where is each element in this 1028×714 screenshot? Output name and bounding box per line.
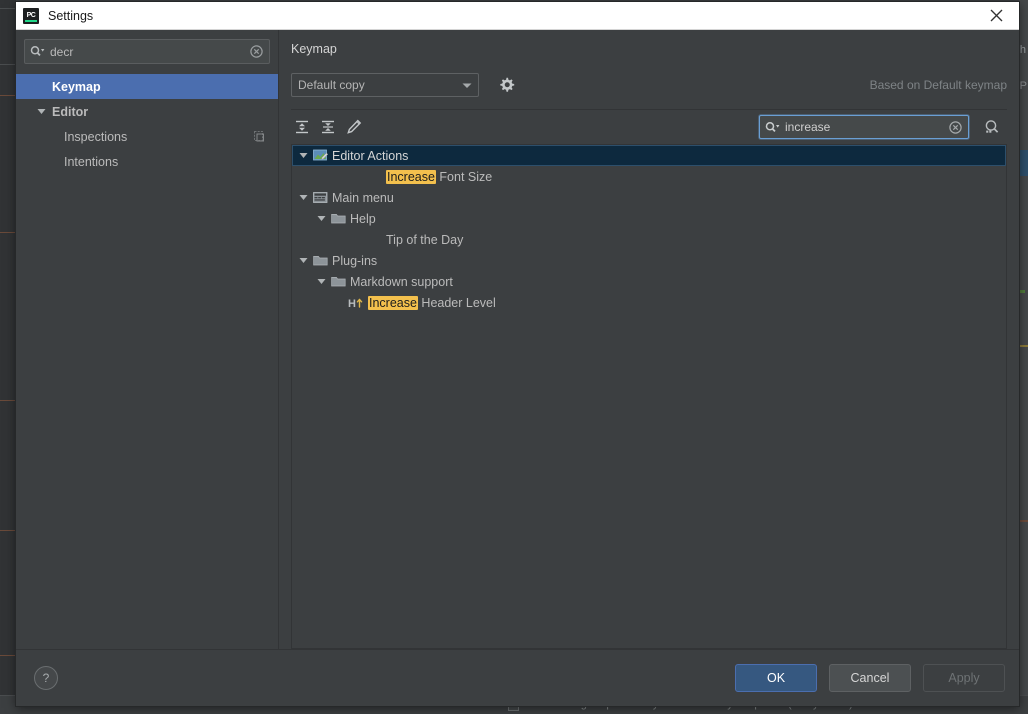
clear-icon[interactable] [949,120,962,134]
sidebar-item-keymap[interactable]: Keymap [16,74,278,99]
keymap-toolbar: increase [291,110,1007,144]
bg-accent [0,95,16,96]
page-title: Keymap [291,42,337,56]
help-button[interactable]: ? [34,666,58,690]
sidebar-item-label: Intentions [64,154,119,169]
action-search-input[interactable]: increase [759,115,969,139]
bg-marker [1019,345,1028,347]
bg-line [0,64,16,65]
action-tree-label: Markdown support [350,274,453,289]
action-tree-label: Plug-ins [332,253,378,268]
settings-dialog: PC Settings decr Keymap Editor Inspectio… [16,2,1019,706]
bg-line [0,8,16,9]
keymap-select[interactable]: Default copy [291,73,479,97]
action-tree-row[interactable]: Help [292,208,1006,229]
expand-all-icon[interactable] [291,116,313,138]
main-menu-icon [312,190,328,206]
action-tree-label: Increase Header Level [368,295,496,310]
bg-accent [0,530,16,531]
pycharm-icon: PC [23,7,39,24]
dialog-body: decr Keymap Editor Inspections Intention… [16,30,1019,649]
chevron-down-icon[interactable] [298,150,309,161]
chevron-down-icon[interactable] [316,276,327,287]
action-tree-label: Increase Font Size [386,169,493,184]
settings-search-value: decr [50,44,74,59]
sidebar-item-label: Inspections [64,129,128,144]
action-tree-row[interactable]: Editor Actions [292,145,1006,166]
settings-sidebar: decr Keymap Editor Inspections Intention… [16,30,279,649]
action-search-value: increase [785,120,831,134]
search-icon [30,45,45,58]
action-tree-row[interactable]: Tip of the Day [292,229,1006,250]
bg-accent [0,400,16,401]
chevron-down-icon[interactable] [316,213,327,224]
keymap-action-tree[interactable]: Editor Actions Increase Font Size Main men… [291,144,1007,649]
action-tree-label: Tip of the Day [386,232,464,247]
bg-left-gutter [0,0,16,714]
keymap-settings-panel: Keymap Default copy Based on Default key… [279,30,1019,649]
find-by-shortcut-icon[interactable] [981,116,1003,138]
dialog-buttons: OK Cancel Apply [735,664,1005,692]
sidebar-item-label: Editor [52,104,89,119]
editor-actions-icon [312,148,328,164]
svg-text:H: H [348,298,356,310]
sidebar-item-intentions[interactable]: Intentions [16,149,278,174]
action-tree-label: Main menu [332,190,394,205]
edit-shortcut-icon[interactable] [343,116,365,138]
clear-icon[interactable] [250,45,263,58]
folder-icon [330,274,346,290]
apply-button: Apply [923,664,1005,692]
search-icon [765,121,780,134]
action-tree-row[interactable]: Increase Font Size [292,166,1006,187]
bg-marker [1019,290,1025,293]
dialog-footer: ? OK Cancel Apply [16,649,1019,706]
dialog-title: Settings [48,8,94,23]
sidebar-item-editor[interactable]: Editor [16,99,278,124]
folder-icon [330,211,346,227]
bg-marker [1019,520,1028,522]
action-tree-row[interactable]: Main menu [292,187,1006,208]
chevron-down-icon[interactable] [36,106,47,117]
search-match-highlight: Increase [368,295,418,310]
action-tree-row[interactable]: Plug-ins [292,250,1006,271]
bg-highlight [1019,150,1028,176]
sidebar-item-inspections[interactable]: Inspections [16,124,278,149]
action-tree-label: Editor Actions [332,148,409,163]
header-level-icon: H [348,295,364,311]
sidebar-item-label: Keymap [52,79,101,94]
tree-icon-spacer [366,169,382,185]
close-icon[interactable] [981,2,1011,29]
keymap-selector-row: Default copy Based on Default keymap [291,68,1007,102]
search-match-highlight: Increase [386,169,436,184]
chevron-down-icon[interactable] [298,255,309,266]
settings-search-input[interactable]: decr [24,39,270,64]
cancel-button[interactable]: Cancel [829,664,911,692]
based-on-keymap-label: Based on Default keymap [869,78,1007,92]
gear-icon[interactable] [497,76,515,94]
copy-icon[interactable] [254,130,266,143]
chevron-down-icon[interactable] [298,192,309,203]
dialog-titlebar: PC Settings [16,2,1019,30]
bg-accent [0,655,16,656]
collapse-all-icon[interactable] [317,116,339,138]
tree-icon-spacer [366,232,382,248]
ok-button[interactable]: OK [735,664,817,692]
keymap-select-value: Default copy [298,78,365,92]
action-tree-row[interactable]: H Increase Header Level [292,292,1006,313]
folder-icon [312,253,328,269]
action-tree-row[interactable]: Markdown support [292,271,1006,292]
action-tree-label: Help [350,211,376,226]
bg-accent [0,232,16,233]
bg-right-gutter [1019,0,1028,714]
chevron-down-icon [462,82,472,89]
